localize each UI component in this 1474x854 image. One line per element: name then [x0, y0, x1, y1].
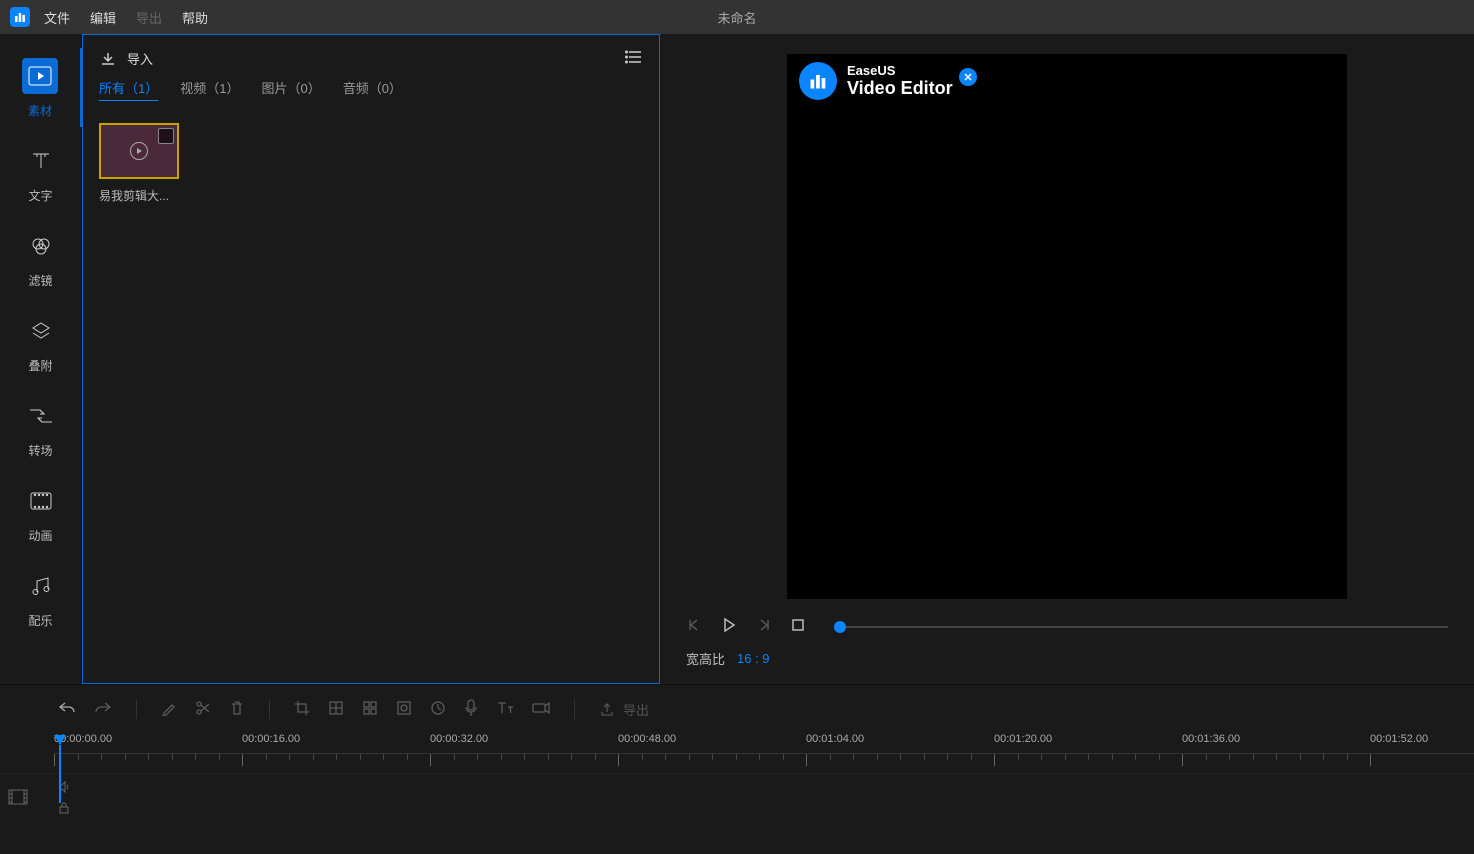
- watermark-line2: Video Editor: [847, 78, 953, 99]
- play-button[interactable]: [720, 616, 738, 637]
- media-panel: 导入 所有（1） 视频（1） 图片（0） 音频（0） 易我剪辑大...: [82, 34, 660, 684]
- watermark-close-button[interactable]: [959, 68, 977, 86]
- play-circle-icon: [130, 142, 148, 160]
- menu-export: 导出: [136, 8, 162, 27]
- filter-all[interactable]: 所有（1）: [99, 78, 158, 101]
- ruler-label: 00:00:32.00: [430, 733, 488, 745]
- watermark: EaseUS Video Editor: [799, 62, 953, 100]
- grid-button: [362, 700, 378, 719]
- edit-button: [161, 700, 177, 719]
- ruler-label: 00:01:36.00: [1182, 733, 1240, 745]
- text-icon: [23, 143, 59, 179]
- ruler-label: 00:01:04.00: [806, 733, 864, 745]
- menu-file[interactable]: 文件: [44, 8, 70, 27]
- aspect-ratio-row: 宽高比 16 : 9: [680, 643, 1454, 674]
- stop-button[interactable]: [790, 617, 806, 636]
- preview-canvas[interactable]: EaseUS Video Editor: [787, 54, 1347, 599]
- sidebar-item-label: 文字: [28, 187, 52, 204]
- menu-edit[interactable]: 编辑: [90, 8, 116, 27]
- aspect-label: 宽高比: [686, 649, 725, 668]
- import-button[interactable]: 导入: [99, 49, 153, 68]
- sidebar-item-overlay[interactable]: 叠附: [0, 303, 81, 382]
- undo-button[interactable]: [58, 700, 76, 719]
- add-to-timeline-icon[interactable]: [158, 128, 174, 144]
- ruler-label: 00:00:16.00: [242, 733, 300, 745]
- music-icon: [23, 568, 59, 604]
- filter-image[interactable]: 图片（0）: [261, 78, 320, 101]
- mosaic-button: [328, 700, 344, 719]
- play-icon: [22, 58, 58, 94]
- timeline-toolbar: 导出: [0, 685, 1474, 733]
- window-title: 未命名: [717, 8, 756, 27]
- track-lock-icon[interactable]: [58, 802, 70, 817]
- redo-button: [94, 700, 112, 719]
- watermark-line1: EaseUS: [847, 63, 953, 78]
- transition-icon: [23, 398, 59, 434]
- app-logo: [10, 7, 30, 27]
- watermark-logo-icon: [799, 62, 837, 100]
- playhead[interactable]: [54, 735, 66, 803]
- voiceover-button: [464, 699, 478, 720]
- list-view-toggle[interactable]: [625, 49, 643, 68]
- sidebar-item-label: 配乐: [28, 612, 52, 629]
- ruler-label: 00:00:48.00: [618, 733, 676, 745]
- title-bar: 文件 编辑 导出 帮助 未命名: [0, 0, 1474, 34]
- sidebar-item-label: 素材: [28, 102, 52, 119]
- speed-button: [430, 700, 446, 719]
- progress-thumb[interactable]: [834, 621, 846, 633]
- media-item-name: 易我剪辑大...: [99, 187, 179, 204]
- timeline-tracks: [0, 773, 1474, 823]
- ruler-label: 00:01:52.00: [1370, 733, 1428, 745]
- text-tool-button: [496, 700, 514, 719]
- track-video-icon: [8, 789, 28, 808]
- aspect-value[interactable]: 16 : 9: [737, 651, 770, 666]
- sidebar-item-animation[interactable]: 动画: [0, 473, 81, 552]
- sidebar-item-text[interactable]: 文字: [0, 133, 81, 212]
- ruler-label: 00:01:20.00: [994, 733, 1052, 745]
- sidebar-item-label: 叠附: [28, 357, 52, 374]
- sidebar-item-label: 滤镜: [28, 272, 52, 289]
- playback-controls: [680, 604, 1454, 643]
- zoom-button: [532, 701, 550, 718]
- filter-icon: [23, 228, 59, 264]
- crop-button: [294, 700, 310, 719]
- media-thumbnail[interactable]: [99, 123, 179, 179]
- sidebar-item-media[interactable]: 素材: [0, 48, 82, 127]
- progress-slider[interactable]: [834, 626, 1448, 628]
- next-frame-button: [756, 617, 772, 636]
- preview-panel: EaseUS Video Editor: [660, 34, 1474, 684]
- sidebar-item-label: 转场: [28, 442, 52, 459]
- delete-button: [229, 700, 245, 719]
- filter-audio[interactable]: 音频（0）: [343, 78, 402, 101]
- menu-help[interactable]: 帮助: [182, 8, 208, 27]
- overlay-icon: [23, 313, 59, 349]
- filter-video[interactable]: 视频（1）: [180, 78, 239, 101]
- menu-bar: 文件 编辑 导出 帮助: [44, 8, 208, 27]
- media-item[interactable]: 易我剪辑大...: [99, 123, 179, 204]
- animation-icon: [23, 483, 59, 519]
- import-label: 导入: [127, 49, 153, 68]
- sidebar: 素材 文字 滤镜 叠附 转场: [0, 34, 82, 684]
- prev-frame-button: [686, 617, 702, 636]
- timeline: 导出 00:00:00.0000:00:16.0000:00:32.0000:0…: [0, 684, 1474, 854]
- sidebar-item-filter[interactable]: 滤镜: [0, 218, 81, 297]
- freeze-button: [396, 700, 412, 719]
- split-button: [195, 700, 211, 719]
- sidebar-item-label: 动画: [28, 527, 52, 544]
- sidebar-item-transition[interactable]: 转场: [0, 388, 81, 467]
- media-grid: 易我剪辑大...: [83, 111, 659, 216]
- timeline-ruler[interactable]: 00:00:00.0000:00:16.0000:00:32.0000:00:4…: [0, 733, 1474, 773]
- sidebar-item-music[interactable]: 配乐: [0, 558, 81, 637]
- timeline-export-button: 导出: [599, 700, 649, 719]
- media-filters: 所有（1） 视频（1） 图片（0） 音频（0）: [83, 78, 659, 111]
- timeline-export-label: 导出: [623, 700, 649, 719]
